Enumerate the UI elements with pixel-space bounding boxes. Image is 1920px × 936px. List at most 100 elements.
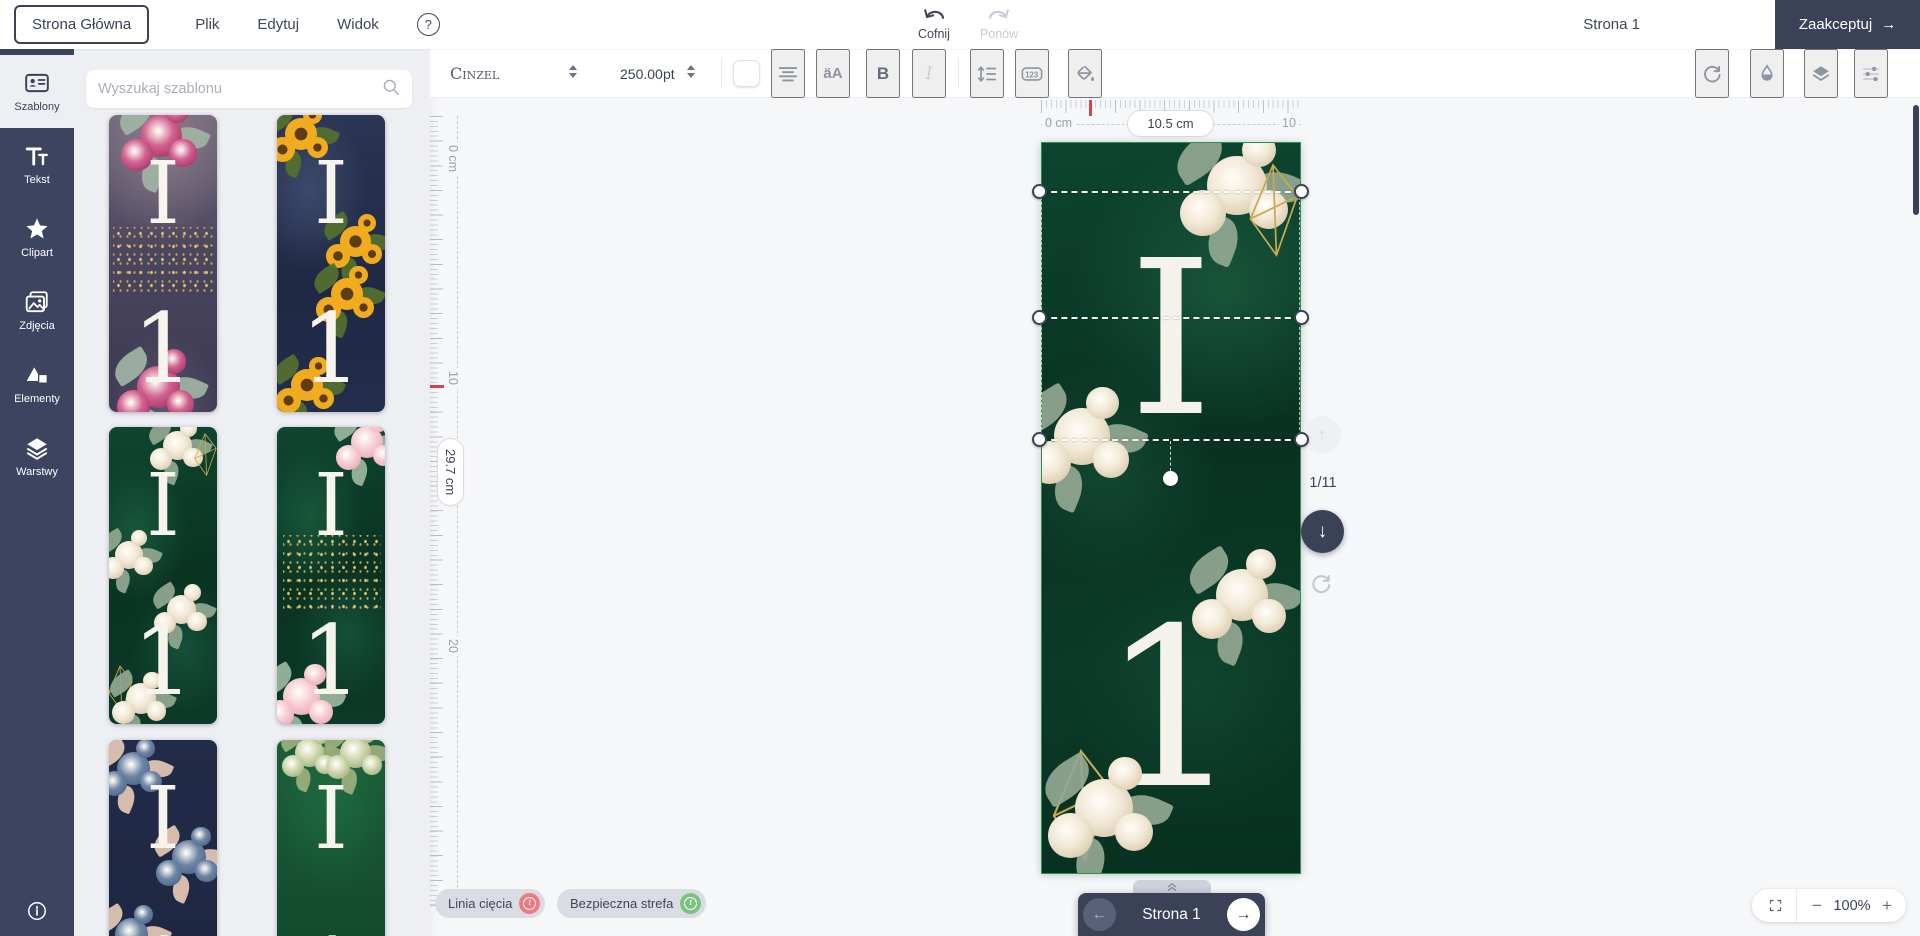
flower-bouquet bbox=[1042, 752, 1174, 873]
template-letter: I bbox=[314, 144, 348, 244]
clipart-icon bbox=[24, 216, 50, 242]
sidebar-item-label: Szablony bbox=[14, 101, 60, 113]
template-card[interactable]: I1 bbox=[277, 427, 385, 724]
zoom-in-button[interactable]: + bbox=[1875, 896, 1899, 916]
sidebar-item-label: Warstwy bbox=[16, 466, 58, 478]
fill-color-icon[interactable] bbox=[1068, 49, 1102, 98]
undo-button[interactable]: Cofnij bbox=[918, 8, 950, 41]
template-number: 1 bbox=[277, 926, 385, 936]
vertical-scrollbar[interactable] bbox=[1913, 105, 1919, 215]
flower-shape bbox=[1192, 599, 1232, 639]
undo-label: Cofnij bbox=[918, 27, 950, 41]
search-input[interactable] bbox=[98, 81, 382, 97]
font-family-select[interactable]: Cinzel bbox=[450, 49, 499, 98]
page-count-label: 1/11 bbox=[1309, 475, 1337, 491]
zoom-out-button[interactable]: − bbox=[1805, 896, 1829, 916]
sidebar-item-warstwy[interactable]: Warstwy bbox=[0, 420, 74, 493]
selection-handle-middle-left[interactable] bbox=[1032, 310, 1047, 325]
template-number: 1 bbox=[300, 605, 362, 717]
rotation-handle[interactable] bbox=[1163, 471, 1178, 486]
bold-icon[interactable]: B bbox=[866, 49, 900, 98]
template-number: 1 bbox=[109, 926, 217, 936]
template-card[interactable]: I1 bbox=[277, 115, 385, 412]
ruler-vertical-cursor-marker bbox=[430, 385, 444, 388]
template-card[interactable]: I1 bbox=[109, 427, 217, 724]
prev-page-arrow[interactable]: ← bbox=[1083, 898, 1116, 931]
next-page-arrow[interactable]: → bbox=[1226, 898, 1260, 931]
sidebar-item-clipart[interactable]: Clipart bbox=[0, 201, 74, 274]
flower-shape bbox=[109, 556, 124, 579]
search-icon bbox=[382, 78, 400, 101]
font-size-stepper[interactable] bbox=[687, 65, 695, 78]
ruler-h-zero-label: 0 cm bbox=[1042, 116, 1076, 130]
gold-geometry-lines bbox=[1249, 163, 1299, 258]
page-height-badge: 29.7 cm bbox=[437, 438, 464, 506]
toolbar-divider bbox=[721, 59, 722, 87]
ruler-h-end-label: 10 bbox=[1279, 116, 1299, 130]
text-align-icon[interactable] bbox=[771, 49, 805, 98]
font-size-unit: pt bbox=[663, 65, 675, 82]
ruler-vertical-guide bbox=[457, 116, 458, 908]
letter-spacing-icon[interactable]: äA bbox=[816, 49, 850, 98]
safe-zone-info-icon[interactable]: i bbox=[680, 893, 702, 914]
menu-item-widok[interactable]: Widok bbox=[337, 16, 379, 33]
flower-shape bbox=[136, 740, 156, 758]
selection-handle-middle-right[interactable] bbox=[1294, 310, 1309, 325]
next-page-button[interactable]: ↓ bbox=[1301, 510, 1344, 553]
sidebar-item-szablony[interactable]: Szablony bbox=[0, 55, 74, 128]
info-glyph: i bbox=[684, 897, 698, 910]
opacity-icon[interactable] bbox=[1750, 49, 1784, 98]
template-card[interactable]: I1 bbox=[109, 740, 217, 936]
font-size-input[interactable]: 250.00 bbox=[620, 49, 663, 98]
flower-shape bbox=[1114, 812, 1154, 851]
cut-line-info-icon[interactable]: i bbox=[519, 893, 541, 914]
accept-button[interactable]: Zaakceptuj → bbox=[1775, 0, 1920, 49]
selection-handle-top-left[interactable] bbox=[1032, 184, 1047, 199]
template-search bbox=[86, 70, 412, 108]
flower-shape bbox=[184, 583, 201, 601]
redo-button[interactable]: Ponów bbox=[980, 8, 1018, 41]
italic-icon[interactable]: I bbox=[912, 49, 946, 98]
selection-handle-top-right[interactable] bbox=[1294, 184, 1309, 199]
template-letter: I bbox=[146, 456, 180, 556]
canvas-area: 0 cm 10.5 cm 10 0 cm 10 29.7 cm 20 I 1 ↑… bbox=[430, 98, 1920, 936]
ruler-horizontal-cursor-marker bbox=[1089, 100, 1092, 116]
settings-sliders-icon[interactable] bbox=[1854, 49, 1888, 98]
tekst-icon bbox=[24, 143, 50, 169]
pages-drawer-handle[interactable] bbox=[1133, 880, 1211, 894]
line-spacing-icon[interactable] bbox=[970, 49, 1004, 98]
svg-text:123: 123 bbox=[1025, 70, 1039, 79]
chevron-up-icon bbox=[1167, 882, 1177, 892]
cut-line-badge: Linia cięcia i bbox=[435, 889, 546, 918]
rotate-icon[interactable] bbox=[1695, 49, 1729, 98]
menu-item-plik[interactable]: Plik bbox=[195, 16, 219, 33]
selection-handle-bottom-left[interactable] bbox=[1032, 432, 1047, 447]
font-family-stepper[interactable] bbox=[569, 65, 577, 78]
fullscreen-icon[interactable] bbox=[1764, 898, 1786, 913]
text-color-swatch[interactable] bbox=[733, 60, 760, 87]
sidebar-item-label: Clipart bbox=[21, 247, 53, 259]
gold-geometry bbox=[1247, 161, 1299, 261]
flower-shape bbox=[1252, 599, 1286, 633]
help-icon[interactable]: ? bbox=[416, 13, 440, 36]
numbering-icon[interactable]: 123 bbox=[1015, 49, 1049, 98]
previous-page-button[interactable]: ↑ bbox=[1303, 416, 1341, 454]
rotate-page-icon[interactable] bbox=[1308, 572, 1334, 598]
home-button[interactable]: Strona Główna bbox=[14, 5, 150, 44]
info-icon[interactable] bbox=[0, 900, 74, 922]
safe-zone-badge: Bezpieczna strefa i bbox=[557, 889, 707, 918]
template-letter: I bbox=[146, 769, 180, 869]
zdjecia-icon bbox=[24, 289, 50, 315]
flower-shape bbox=[349, 265, 368, 285]
sidebar-item-zdjecia[interactable]: Zdjęcia bbox=[0, 274, 74, 347]
sidebar-item-elementy[interactable]: Elementy bbox=[0, 347, 74, 420]
template-card[interactable]: I1 bbox=[277, 740, 385, 936]
design-page[interactable]: I 1 bbox=[1041, 142, 1301, 874]
page-indicator: Strona 1 bbox=[1583, 16, 1640, 33]
page-width-badge: 10.5 cm bbox=[1127, 110, 1214, 137]
layers-icon[interactable] bbox=[1804, 49, 1838, 98]
sidebar-item-tekst[interactable]: Tekst bbox=[0, 128, 74, 201]
selection-handle-bottom-right[interactable] bbox=[1294, 432, 1309, 447]
template-card[interactable]: I1 bbox=[109, 115, 217, 412]
menu-item-edytuj[interactable]: Edytuj bbox=[257, 16, 299, 33]
